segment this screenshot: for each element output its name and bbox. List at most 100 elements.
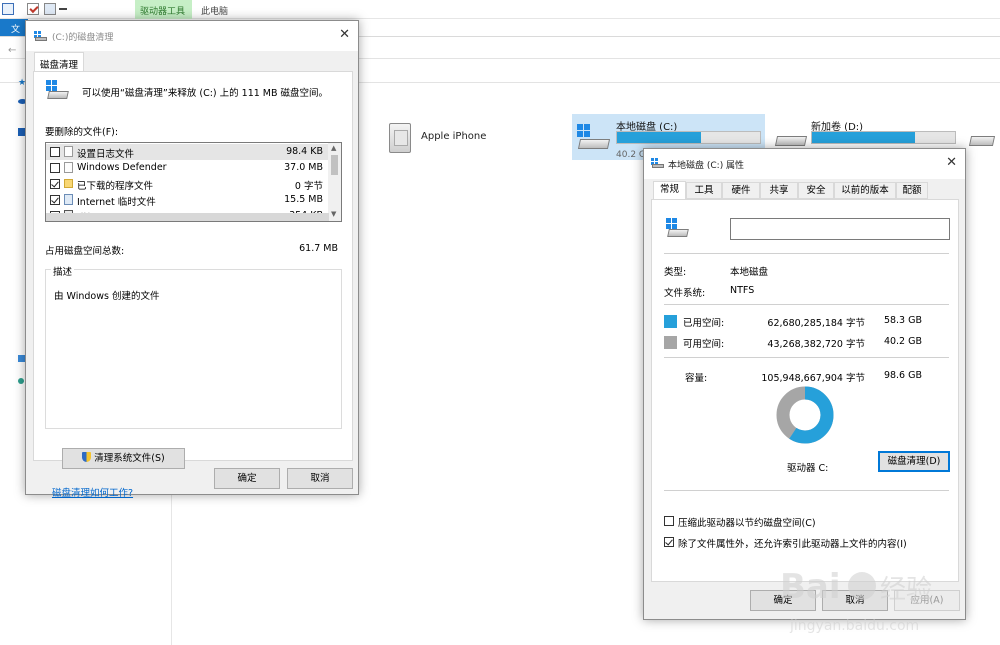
- document-icon: [64, 146, 73, 157]
- total-space-value: 61.7 MB: [299, 243, 338, 254]
- compress-label[interactable]: 压缩此驱动器以节约磁盘空间(C): [678, 515, 816, 529]
- title-bar[interactable]: (C:)的磁盘清理 ✕: [26, 21, 358, 51]
- scroll-thumb[interactable]: [331, 155, 338, 175]
- file-name: Internet 临时文件: [77, 197, 156, 208]
- cleanup-summary-text: 可以使用“磁盘清理”来释放 (C:) 上的 111 MB 磁盘空间。: [82, 88, 329, 99]
- used-space-label: 已用空间:: [683, 318, 725, 329]
- close-icon[interactable]: ✕: [946, 155, 957, 170]
- file-name: 已下载的程序文件: [77, 181, 154, 192]
- free-space-bytes: 43,268,382,720 字节: [767, 339, 865, 350]
- drive-d-usage-fill: [812, 132, 915, 143]
- tab-previous-versions[interactable]: 以前的版本: [834, 182, 896, 199]
- file-checkbox[interactable]: [50, 163, 60, 173]
- dialog-title: 本地磁盘 (C:) 属性: [668, 161, 745, 171]
- tab-strip: 磁盘清理: [32, 52, 354, 72]
- clean-system-files-button[interactable]: 清理系统文件(S): [62, 448, 185, 469]
- uac-shield-icon: [82, 452, 92, 462]
- free-space-gb: 40.2 GB: [883, 336, 922, 347]
- internet-file-icon: [64, 194, 73, 205]
- type-label: 类型:: [664, 267, 687, 278]
- tab-this-pc[interactable]: 此电脑: [201, 4, 228, 17]
- type-value: 本地磁盘: [730, 267, 769, 278]
- local-disk-icon: [577, 124, 611, 152]
- tab-general[interactable]: 常规: [653, 181, 686, 200]
- how-cleanup-works-link[interactable]: 磁盘清理如何工作?: [52, 485, 133, 499]
- files-to-delete-list[interactable]: 设置日志文件 98.4 KB Windows Defender 37.0 MB …: [45, 142, 342, 222]
- clean-system-files-label: 清理系统文件(S): [94, 453, 165, 464]
- capacity-gb: 98.6 GB: [883, 370, 922, 381]
- tab-sharing[interactable]: 共享: [760, 182, 798, 199]
- document-icon: [64, 162, 73, 173]
- file-checkbox[interactable]: [50, 195, 60, 205]
- filesystem-value: NTFS: [730, 285, 755, 296]
- drive-c-usage-bar: [616, 131, 761, 144]
- svg-text:经验: 经验: [880, 575, 932, 605]
- total-space-label: 占用磁盘空间总数:: [45, 246, 125, 257]
- folder-icon: [64, 179, 73, 188]
- description-group: 描述 由 Windows 创建的文件: [45, 264, 342, 429]
- file-size: 37.0 MB: [284, 162, 323, 173]
- file-size: 15.5 MB: [284, 194, 323, 205]
- divider: [664, 490, 949, 491]
- free-space-label: 可用空间:: [683, 339, 725, 350]
- tab-file[interactable]: 文件: [0, 19, 28, 48]
- svg-text:jingyan.baidu.com: jingyan.baidu.com: [789, 618, 919, 634]
- cleanup-panel: 可以使用“磁盘清理”来释放 (C:) 上的 111 MB 磁盘空间。 要删除的文…: [33, 71, 353, 499]
- device-label-iphone[interactable]: Apple iPhone: [421, 131, 486, 142]
- properties-tabs: 常规 工具 硬件 共享 安全 以前的版本 配额: [651, 181, 959, 200]
- list-item[interactable]: Internet 临时文件 15.5 MB: [46, 192, 329, 208]
- disk-cleanup-title-icon: [34, 31, 47, 41]
- drive-d-usage-bar: [811, 131, 956, 144]
- disk-usage-donut: [776, 386, 834, 444]
- list-item[interactable]: Windows Defender 37.0 MB: [46, 160, 329, 176]
- description-title: 描述: [51, 264, 75, 278]
- divider: [664, 357, 949, 358]
- tab-hardware[interactable]: 硬件: [722, 182, 760, 199]
- divider: [664, 253, 949, 254]
- file-checkbox[interactable]: [50, 147, 60, 157]
- drive-letter-label: 驱动器 C:: [787, 463, 829, 474]
- general-panel: 类型: 本地磁盘 文件系统: NTFS 已用空间: 62,680,285,184…: [651, 199, 959, 582]
- close-icon[interactable]: ✕: [339, 27, 350, 42]
- customize-toolbar-icon[interactable]: [59, 8, 67, 14]
- capacity-label: 容量:: [685, 373, 708, 384]
- ok-button[interactable]: 确定: [214, 468, 280, 489]
- horizontal-scrollbar[interactable]: [46, 213, 329, 221]
- filesystem-label: 文件系统:: [664, 288, 706, 299]
- compress-checkbox[interactable]: [664, 516, 674, 526]
- scroll-up-icon[interactable]: ▲: [331, 144, 336, 152]
- file-name: 设置日志文件: [77, 149, 135, 160]
- description-text: 由 Windows 创建的文件: [54, 291, 160, 302]
- file-size: 98.4 KB: [286, 146, 323, 157]
- homegroup-icon[interactable]: [18, 378, 24, 384]
- used-space-bytes: 62,680,285,184 字节: [767, 318, 865, 329]
- volume-name-field[interactable]: [730, 218, 950, 240]
- index-checkbox[interactable]: [664, 537, 674, 547]
- scroll-down-icon[interactable]: ▼: [331, 210, 336, 218]
- properties-icon[interactable]: [2, 3, 14, 15]
- divider: [664, 304, 949, 305]
- iphone-device-icon[interactable]: [389, 123, 411, 153]
- tab-quota[interactable]: 配额: [896, 182, 928, 199]
- tab-disk-cleanup[interactable]: 磁盘清理: [34, 52, 84, 72]
- vertical-scrollbar[interactable]: ▲ ▼: [328, 143, 341, 221]
- local-disk-icon: [666, 218, 690, 238]
- list-item[interactable]: 已下载的程序文件 0 字节: [46, 176, 329, 192]
- cancel-button[interactable]: 取消: [287, 468, 353, 489]
- disk-cleanup-dialog: (C:)的磁盘清理 ✕ 磁盘清理 可以使用“磁盘清理”来释放 (C:) 上的 1…: [25, 20, 359, 499]
- capacity-bytes: 105,948,667,904 字节: [761, 373, 865, 384]
- drive-c-usage-fill: [617, 132, 702, 143]
- checkmark-icon[interactable]: [27, 3, 39, 15]
- tab-tools[interactable]: 工具: [686, 182, 722, 199]
- tab-security[interactable]: 安全: [798, 182, 834, 199]
- svg-text:Bai: Bai: [780, 567, 841, 607]
- tab-drive-tools[interactable]: 驱动器工具: [135, 0, 192, 19]
- used-space-gb: 58.3 GB: [883, 315, 922, 326]
- back-arrow-icon[interactable]: ←: [8, 45, 16, 56]
- title-bar[interactable]: 本地磁盘 (C:) 属性 ✕: [644, 149, 965, 179]
- disk-cleanup-button[interactable]: 磁盘清理(D): [878, 451, 950, 472]
- list-item[interactable]: 设置日志文件 98.4 KB: [46, 144, 329, 160]
- new-folder-icon[interactable]: [44, 3, 56, 15]
- file-checkbox[interactable]: [50, 179, 60, 189]
- disk-cleanup-icon: [46, 80, 70, 100]
